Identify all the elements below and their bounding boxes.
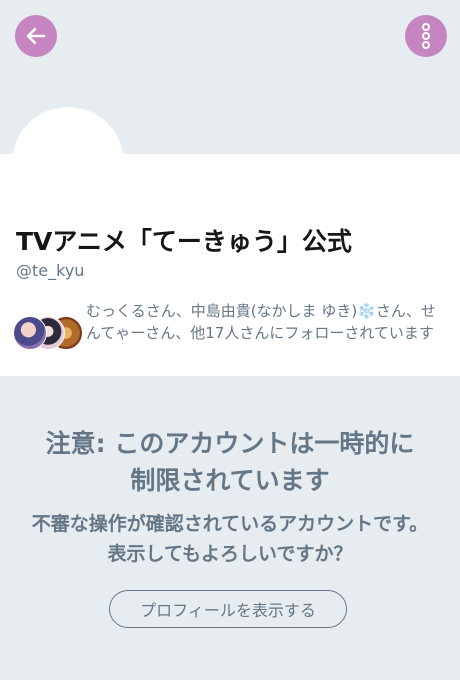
profile-avatar[interactable] — [12, 107, 124, 219]
more-options-button[interactable] — [405, 15, 447, 57]
followed-by-text[interactable]: むっくるさん、中島由貴(なかしま ゆき)❄️さん、せんてゃーさん、他17人さんに… — [86, 300, 446, 344]
arrow-left-icon — [26, 27, 46, 45]
follower-avatar — [13, 316, 47, 350]
follower-avatars[interactable] — [13, 316, 83, 350]
profile-handle: @te_kyu — [16, 261, 85, 280]
more-vertical-icon — [422, 23, 430, 49]
show-profile-button[interactable]: プロフィールを表示する — [109, 590, 347, 628]
restriction-message: 不審な操作が確認されているアカウントです。表示してもよろしいですか？ — [31, 513, 429, 565]
profile-name: TVアニメ「てーきゅう」公式 — [16, 227, 352, 256]
back-button[interactable] — [15, 15, 57, 57]
restriction-title: 注意: このアカウントは一時的に制限されています — [45, 429, 415, 495]
